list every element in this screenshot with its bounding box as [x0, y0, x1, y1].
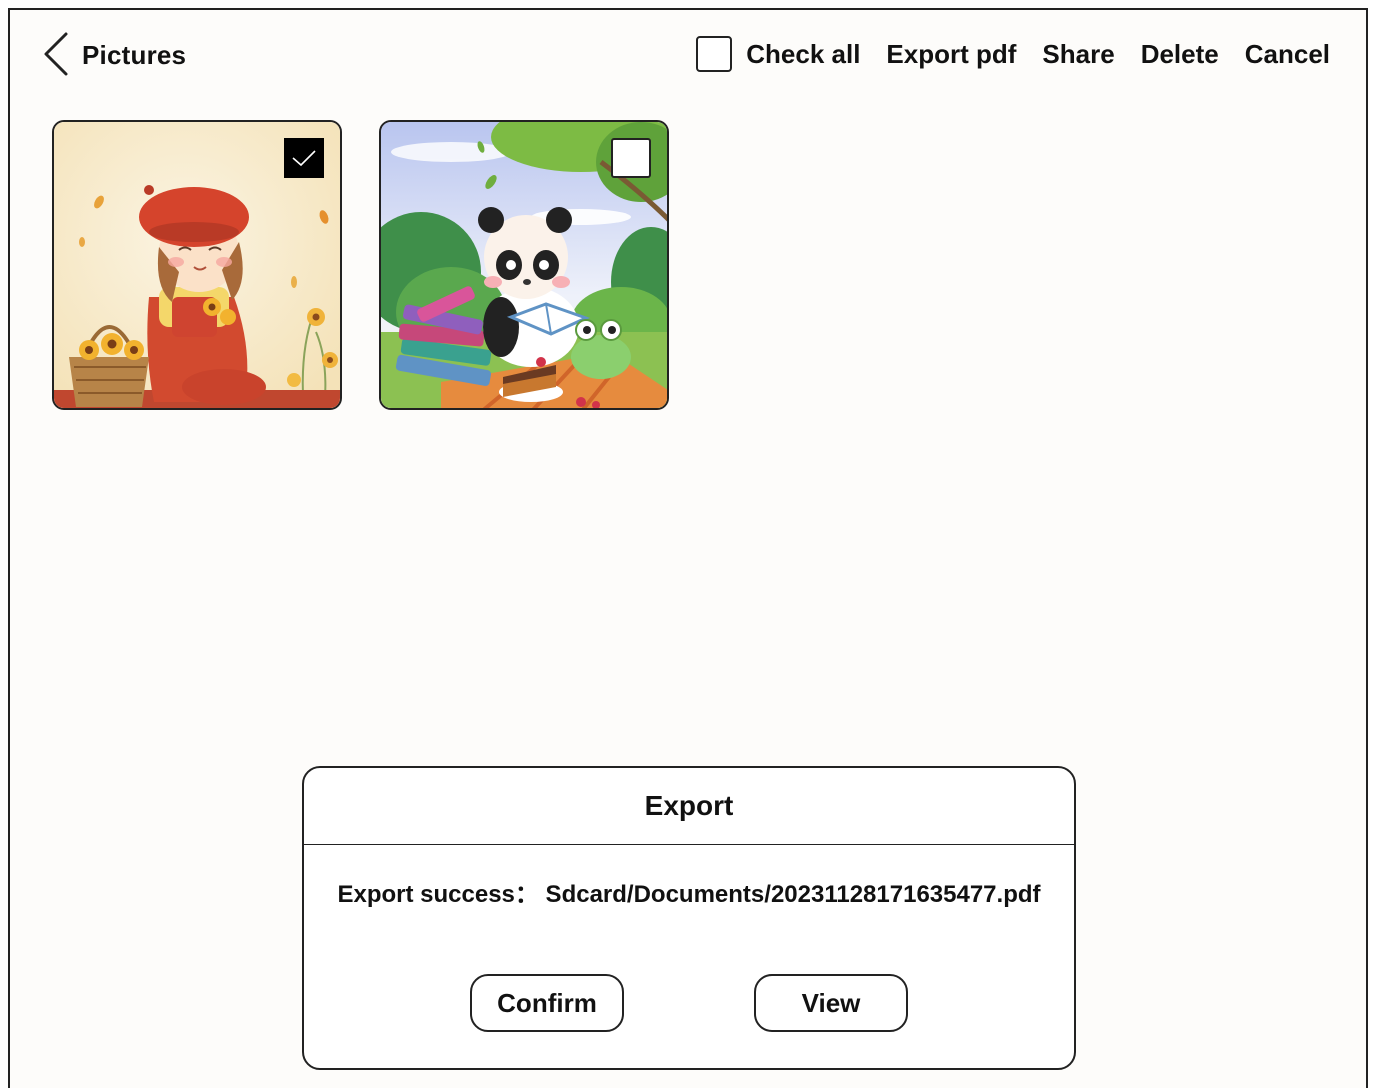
pictures-screen: Pictures Check all Export pdf Share Dele…: [8, 8, 1368, 1088]
export-success-message: Export success： Sdcard/Documents/2023112…: [337, 881, 1041, 908]
back-button[interactable]: [40, 30, 76, 78]
check-all-checkbox[interactable]: [696, 36, 733, 72]
picture-thumbnail-2[interactable]: [379, 120, 669, 410]
confirm-button[interactable]: Confirm: [470, 974, 624, 1032]
export-dialog: Export Export success： Sdcard/Documents/…: [302, 766, 1076, 1070]
share-button[interactable]: Share: [1042, 39, 1114, 70]
chevron-left-icon: [44, 32, 68, 76]
picture-1-checkbox[interactable]: [284, 138, 324, 178]
view-button[interactable]: View: [754, 974, 908, 1032]
picture-2-checkbox[interactable]: [611, 138, 651, 178]
page-title: Pictures: [82, 40, 187, 70]
check-all-button[interactable]: Check all: [746, 39, 860, 70]
cancel-button[interactable]: Cancel: [1245, 39, 1330, 70]
export-pdf-button[interactable]: Export pdf: [886, 39, 1016, 70]
dialog-title: Export: [644, 790, 734, 821]
check-icon: [292, 150, 316, 167]
picture-thumbnail-1[interactable]: [52, 120, 342, 410]
dialog-divider: [304, 844, 1074, 845]
delete-button[interactable]: Delete: [1141, 39, 1219, 70]
toolbar: Check all Export pdf Share Delete Cancel: [696, 34, 1330, 74]
